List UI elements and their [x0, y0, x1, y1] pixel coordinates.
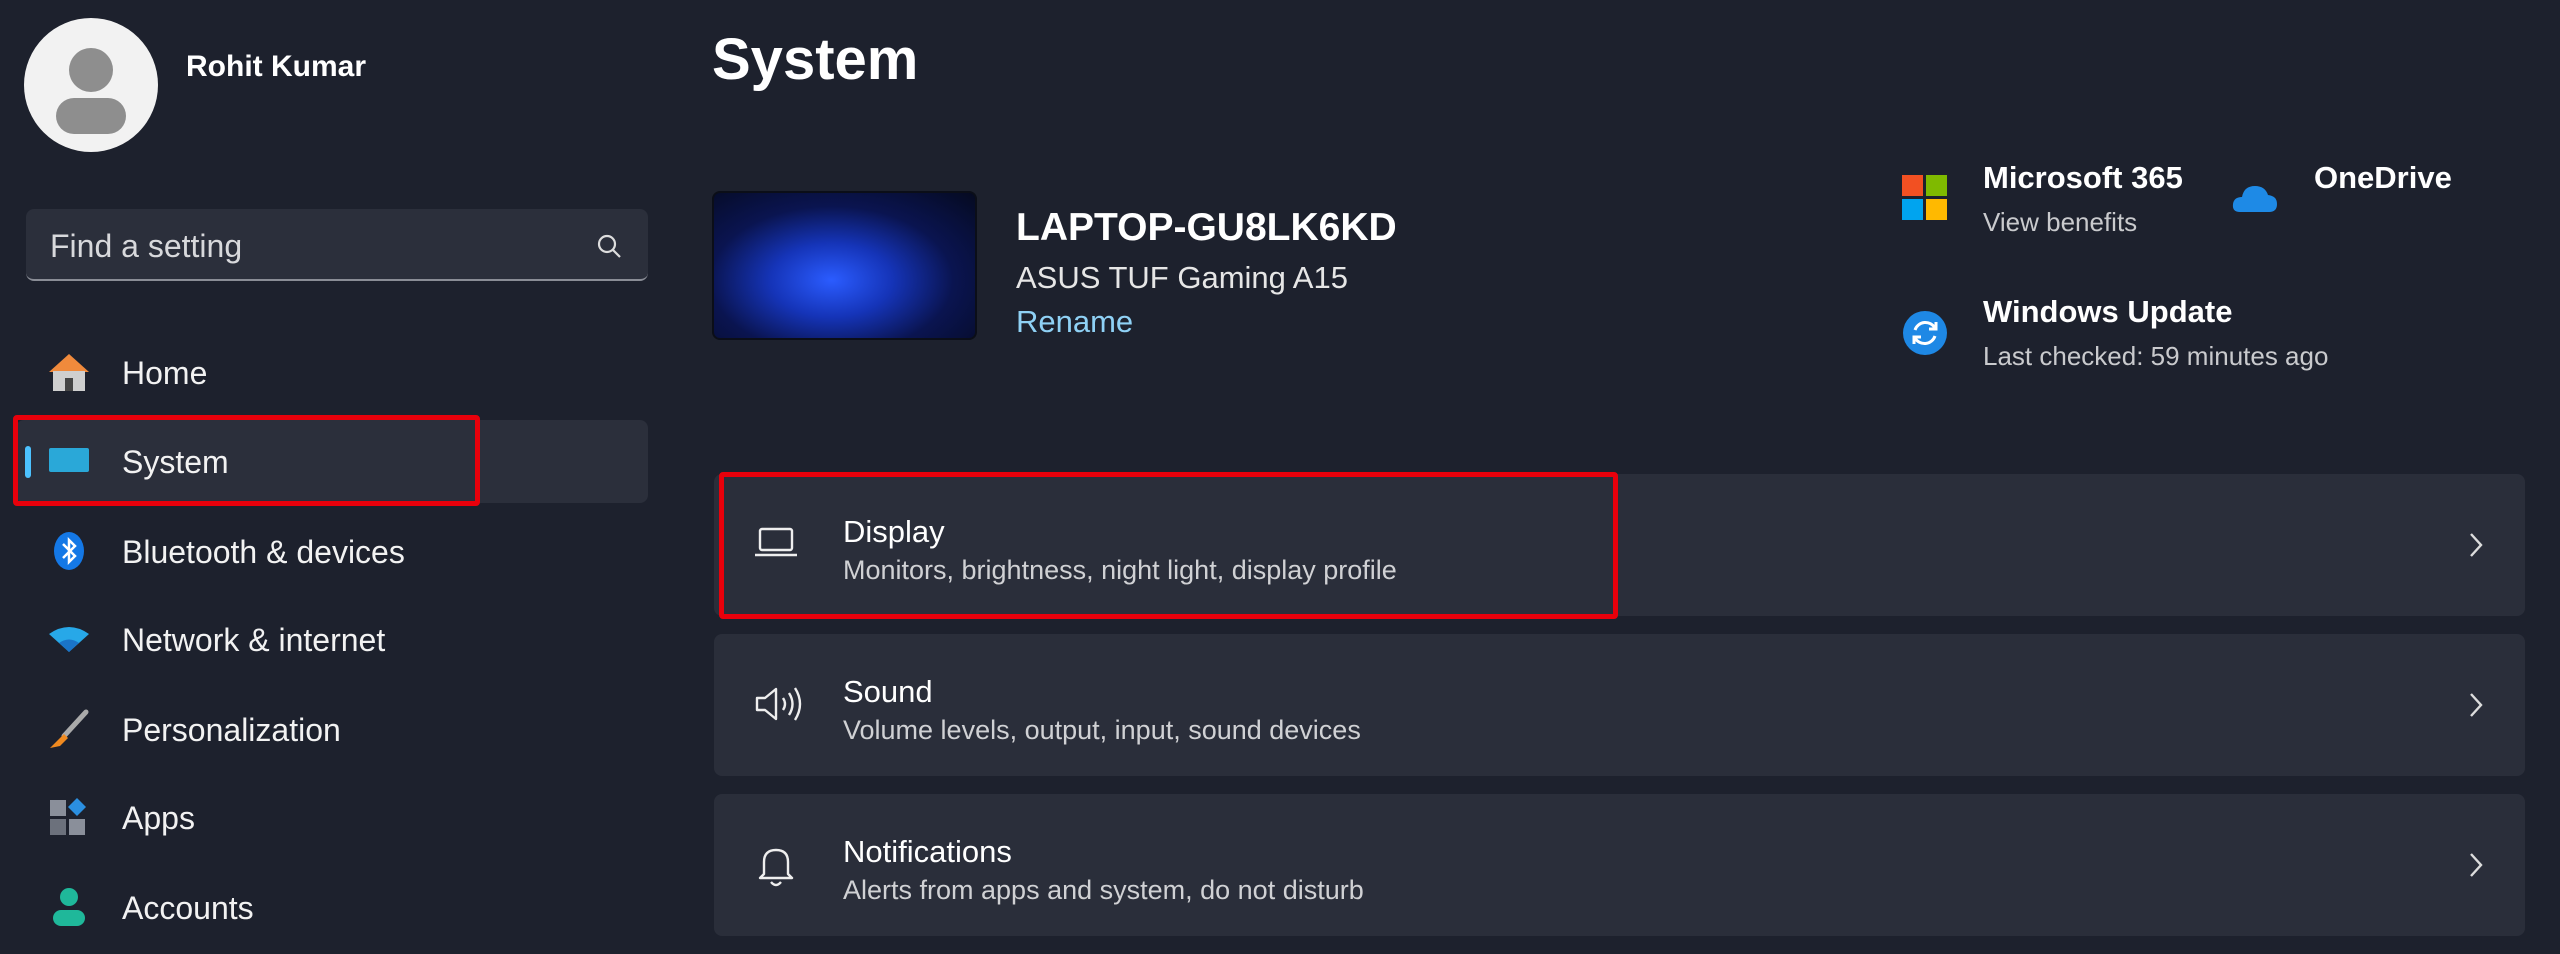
rename-link[interactable]: Rename: [1016, 304, 1133, 340]
avatar[interactable]: [24, 18, 158, 152]
card-sound[interactable]: Sound Volume levels, output, input, soun…: [714, 634, 2525, 776]
wifi-icon: [49, 627, 89, 652]
card-subtitle: Alerts from apps and system, do not dist…: [843, 875, 1364, 905]
device-wallpaper-thumbnail: [712, 191, 977, 340]
chevron-right-icon: [2470, 693, 2483, 717]
device-model: ASUS TUF Gaming A15: [1016, 260, 1348, 295]
windows-update-title[interactable]: Windows Update: [1983, 294, 2232, 330]
account-icon: [53, 888, 85, 926]
card-title: Notifications: [843, 834, 1012, 869]
search-icon[interactable]: [596, 233, 622, 259]
microsoft-365-title[interactable]: Microsoft 365: [1983, 160, 2183, 196]
card-subtitle: Volume levels, output, input, sound devi…: [843, 715, 1361, 745]
page-title: System: [712, 27, 919, 92]
user-name: Rohit Kumar: [186, 50, 366, 83]
sidebar-item-apps[interactable]: Apps: [16, 776, 648, 859]
highlight-box-display: [719, 472, 1618, 619]
sidebar-item-label: Accounts: [122, 890, 254, 926]
chevron-right-icon: [2470, 533, 2483, 557]
speaker-icon: [755, 687, 802, 721]
bluetooth-icon: [54, 532, 84, 570]
sidebar-item-home[interactable]: Home: [16, 331, 648, 414]
bell-icon: [758, 848, 794, 887]
sidebar-item-label: Home: [122, 355, 208, 391]
windows-update-subtitle: Last checked: 59 minutes ago: [1983, 341, 2329, 371]
search-input[interactable]: Find a setting: [26, 209, 648, 281]
sidebar-item-label: Personalization: [122, 712, 341, 748]
sidebar-item-personalization[interactable]: Personalization: [16, 688, 648, 771]
sidebar-item-label: Network & internet: [122, 622, 386, 658]
sidebar-item-network[interactable]: Network & internet: [16, 598, 648, 681]
microsoft-365-subtitle[interactable]: View benefits: [1983, 207, 2137, 238]
onedrive-title[interactable]: OneDrive: [2314, 160, 2452, 196]
sidebar-item-bluetooth[interactable]: Bluetooth & devices: [16, 510, 648, 593]
card-title: Sound: [843, 674, 933, 709]
search-placeholder: Find a setting: [50, 228, 243, 264]
microsoft-365-icon[interactable]: [1902, 175, 1947, 220]
windows-update-icon[interactable]: [1902, 310, 1948, 356]
device-name: LAPTOP-GU8LK6KD: [1016, 206, 1397, 249]
sidebar-item-label: Bluetooth & devices: [122, 534, 405, 570]
sidebar-item-label: Apps: [122, 800, 195, 836]
sidebar-item-accounts[interactable]: Accounts: [16, 866, 648, 949]
card-notifications[interactable]: Notifications Alerts from apps and syste…: [714, 794, 2525, 936]
apps-icon: [50, 798, 86, 835]
highlight-box-system: [13, 415, 480, 506]
chevron-right-icon: [2470, 853, 2483, 877]
onedrive-icon[interactable]: [2232, 178, 2278, 214]
brush-icon: [50, 709, 89, 748]
home-icon: [49, 354, 89, 391]
